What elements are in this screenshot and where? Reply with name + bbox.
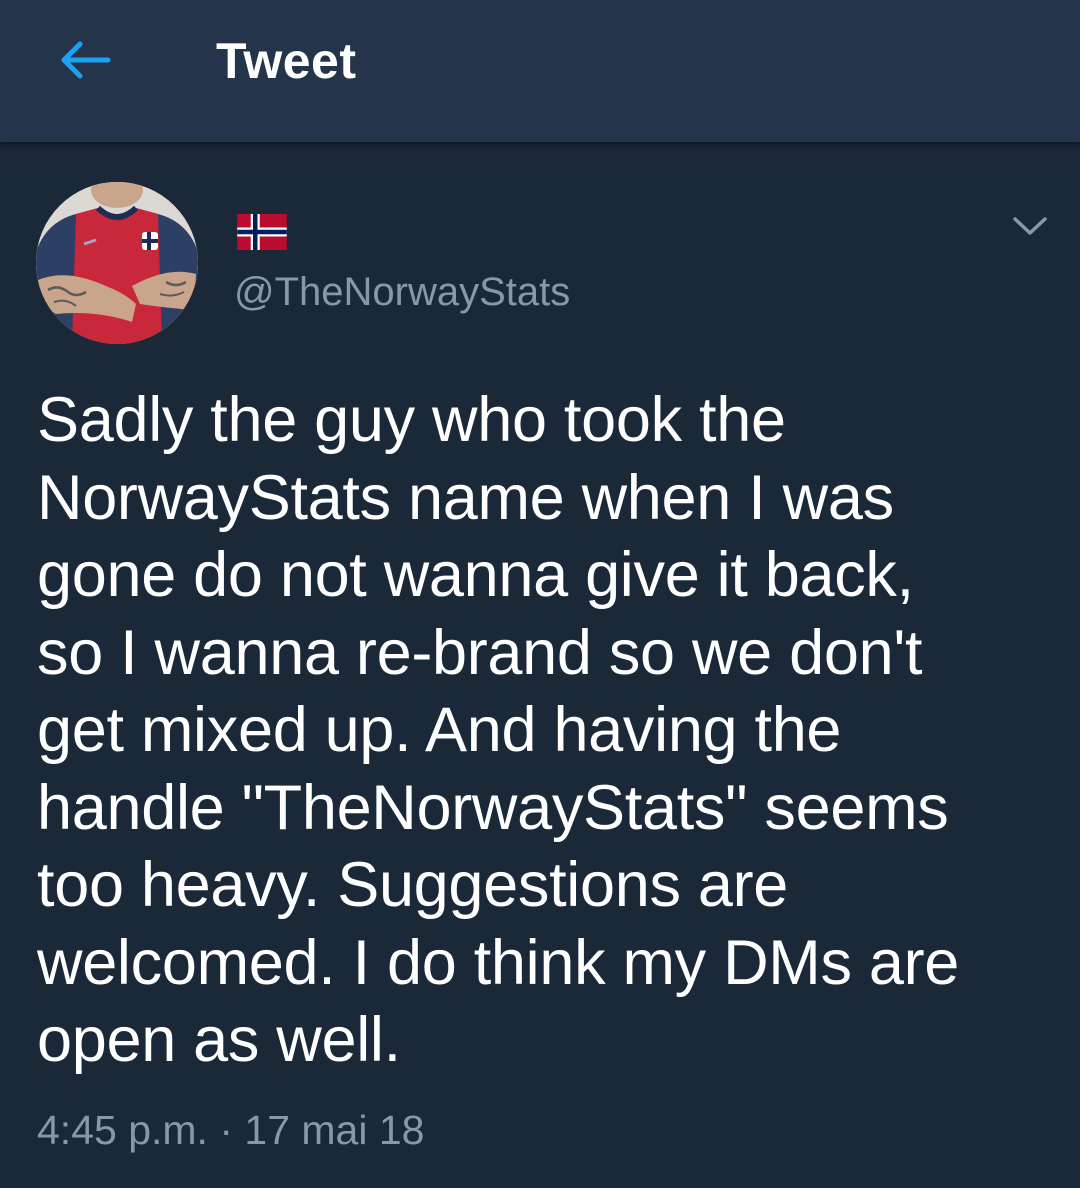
arrow-left-icon [61,41,111,79]
user-handle[interactable]: @TheNorwayStats [234,270,570,315]
avatar[interactable] [36,182,198,344]
avatar-photo [36,182,198,344]
back-button[interactable] [52,30,118,90]
chevron-down-icon[interactable] [1008,208,1052,244]
norway-flag-icon [236,214,288,250]
tweet-text: Sadly the guy who took the NorwayStats n… [37,385,960,1075]
tweet-time: 4:45 p.m. [37,1107,208,1153]
tweet-timestamp: 4:45 p.m. · 17 mai 18 [37,1107,424,1154]
tweet-detail-screen: Tweet @TheNorwayStats Sadly the guy who … [0,0,1080,1188]
timestamp-separator: · [219,1107,233,1153]
top-app-bar: Tweet [0,0,1080,142]
tweet: @TheNorwayStats Sadly the guy who took t… [0,142,1080,1188]
page-title: Tweet [216,33,357,89]
tweet-date: 17 mai 18 [244,1107,425,1153]
